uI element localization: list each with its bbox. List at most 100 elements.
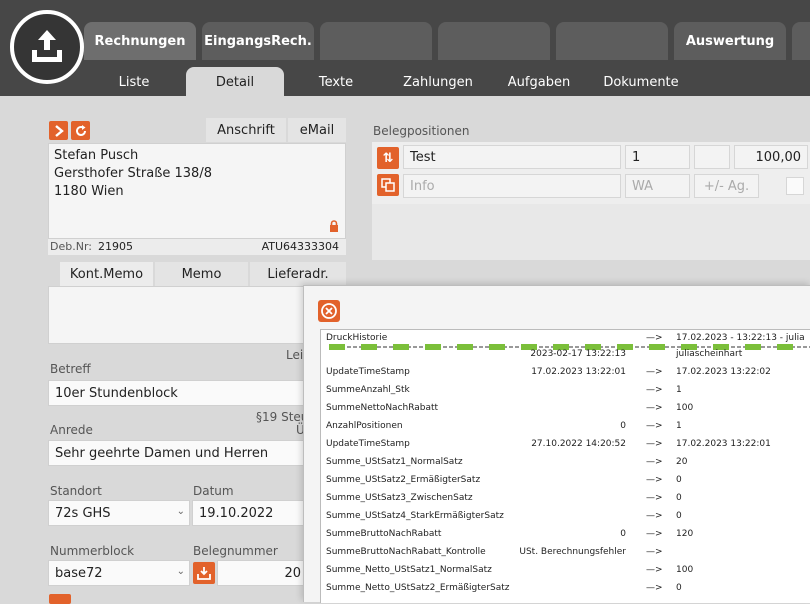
subtab-detail[interactable]: Detail <box>186 67 284 97</box>
history-key: Summe_UStSatz1_NormalSatz <box>326 457 463 467</box>
history-key: UpdateTimeStamp <box>326 367 410 377</box>
position-text-field[interactable]: Test <box>403 145 621 169</box>
history-key: SummeBruttoNachRabatt_Kontrolle <box>326 547 486 557</box>
position-checkbox[interactable] <box>786 177 804 195</box>
history-row: SummeBruttoNachRabatt 0 —> 120 <box>321 526 810 544</box>
history-arrow: —> <box>646 565 663 575</box>
history-new-value: 0 <box>676 493 682 503</box>
chevron-down-icon: ⌄ <box>176 566 185 577</box>
history-arrow: —> <box>646 385 663 395</box>
position-price-field[interactable]: 100,00 <box>734 145 808 169</box>
history-row: Summe_UStSatz3_ZwischenSatz —> 0 <box>321 490 810 508</box>
history-arrow: —> <box>646 439 663 449</box>
next-button[interactable] <box>49 121 68 140</box>
history-new-value: 17.02.2023 - 13:22:13 - julia <box>676 333 805 343</box>
chevron-down-icon: ⌄ <box>176 506 185 517</box>
history-arrow: —> <box>646 511 663 521</box>
close-icon <box>321 303 337 319</box>
anrede-field[interactable]: Sehr geehrte Damen und Herren <box>48 440 306 466</box>
subtab-dokumente[interactable]: Dokumente <box>596 67 686 97</box>
belegnummer-value: 20 <box>284 565 301 581</box>
history-key: Summe_UStSatz3_ZwischenSatz <box>326 493 473 503</box>
nummerblock-select[interactable]: base72 ⌄ <box>48 560 190 586</box>
position-qty-field[interactable]: 1 <box>625 145 690 169</box>
belegnummer-field[interactable]: 20 <box>217 560 306 586</box>
position-adj-placeholder: +/- Ag. <box>703 178 750 194</box>
tab-empty-2[interactable] <box>438 22 550 60</box>
copy-icon <box>381 178 395 192</box>
history-row: Summe_UStSatz4_StarkErmäßigterSatz —> 0 <box>321 508 810 526</box>
sort-button[interactable]: ⇅ <box>377 147 399 169</box>
history-arrow: —> <box>646 583 663 593</box>
history-key: SummeBruttoNachRabatt <box>326 529 442 539</box>
upload-logo-button[interactable] <box>10 10 84 84</box>
refresh-button[interactable] <box>71 121 90 140</box>
history-row: Summe_UStSatz1_NormalSatz —> 20 <box>321 454 810 472</box>
chevron-right-icon <box>54 124 64 137</box>
address-box[interactable]: Stefan Pusch Gersthofer Straße 138/8 118… <box>48 143 346 239</box>
standort-value: 72s GHS <box>55 505 111 521</box>
history-row: 2023-02-17 13:22:13 juliascheinhart <box>321 346 810 364</box>
history-row: UpdateTimeStamp 17.02.2023 13:22:01 —> 17.0… <box>321 364 810 382</box>
belegnummer-generate-button[interactable] <box>193 562 215 584</box>
history-new-value: 17.02.2023 13:22:02 <box>676 367 771 377</box>
history-arrow: —> <box>646 403 663 413</box>
close-button[interactable] <box>318 300 340 322</box>
datum-field[interactable]: 19.10.2022 <box>192 500 306 526</box>
position-price: 100,00 <box>755 149 802 165</box>
tab-eingangsrech[interactable]: EingangsRech. <box>202 22 314 60</box>
history-row: Summe_Netto_UStSatz2_ErmäßigterSatz —> 0 <box>321 580 810 598</box>
tab-empty-1[interactable] <box>320 22 432 60</box>
position-unit-field[interactable] <box>694 145 730 169</box>
tab-kont-memo[interactable]: Kont.Memo <box>60 262 153 286</box>
tab-rechnungen[interactable]: Rechnungen <box>84 22 196 60</box>
belegnummer-label: Belegnummer <box>193 544 278 558</box>
history-arrow: —> <box>646 367 663 377</box>
history-new-value: 20 <box>676 457 688 467</box>
subtab-aufgaben[interactable]: Aufgaben <box>498 67 580 97</box>
history-row: Summe_Netto_UStSatz1_NormalSatz —> 100 <box>321 562 810 580</box>
history-new-value: juliascheinhart <box>676 349 743 359</box>
tab-empty-4[interactable] <box>792 22 810 60</box>
position-info-field[interactable]: Info <box>403 174 621 198</box>
history-old-value: 27.10.2022 14:20:52 <box>531 439 626 449</box>
history-row: AnzahlPositionen 0 —> 1 <box>321 418 810 436</box>
history-old-value: USt. Berechnungsfehler <box>519 547 626 557</box>
tab-email[interactable]: eMail <box>288 118 346 142</box>
debtor-bar: Deb.Nr: 21905 ATU64333304 <box>48 239 346 255</box>
history-key: Summe_UStSatz4_StarkErmäßigterSatz <box>326 511 504 521</box>
uid-number: ATU64333304 <box>261 240 339 253</box>
position-unit-wa-field[interactable]: WA <box>625 174 690 198</box>
betreff-value: 10er Stundenblock <box>55 385 178 401</box>
history-row: Summe_UStSatz2_ErmäßigterSatz —> 0 <box>321 472 810 490</box>
tab-auswertung[interactable]: Auswertung <box>674 22 786 60</box>
partial-orange-button[interactable] <box>49 594 71 604</box>
history-list[interactable]: DruckHistorie —> 17.02.2023 - 13:22:13 - j… <box>320 329 810 603</box>
history-new-value: 1 <box>676 385 682 395</box>
position-text: Test <box>410 149 436 165</box>
tab-empty-3[interactable] <box>556 22 668 60</box>
memo-textarea[interactable] <box>48 286 346 344</box>
lock-icon <box>330 220 338 232</box>
history-arrow: —> <box>646 421 663 431</box>
subtab-zahlungen[interactable]: Zahlungen <box>392 67 484 97</box>
history-row: UpdateTimeStamp 27.10.2022 14:20:52 —> 17.0… <box>321 436 810 454</box>
history-arrow: —> <box>646 457 663 467</box>
address-line-street: Gersthofer Straße 138/8 <box>54 166 212 181</box>
subtab-texte[interactable]: Texte <box>296 67 376 97</box>
position-adj-field[interactable]: +/- Ag. <box>694 174 759 198</box>
refresh-icon <box>75 124 86 136</box>
subtab-liste[interactable]: Liste <box>90 67 178 97</box>
deb-number: 21905 <box>98 240 133 253</box>
history-key: UpdateTimeStamp <box>326 439 410 449</box>
history-row: SummeBruttoNachRabatt_Kontrolle USt. Bere… <box>321 544 810 562</box>
betreff-field[interactable]: 10er Stundenblock <box>48 380 306 406</box>
positions-empty-area <box>372 204 810 260</box>
tab-memo[interactable]: Memo <box>155 262 248 286</box>
standort-select[interactable]: 72s GHS ⌄ <box>48 500 190 526</box>
copy-button[interactable] <box>377 174 399 196</box>
tab-anschrift[interactable]: Anschrift <box>206 118 286 142</box>
tab-lieferadr[interactable]: Lieferadr. <box>250 262 346 286</box>
history-key: SummeNettoNachRabatt <box>326 403 439 413</box>
history-key: SummeAnzahl_Stk <box>326 385 410 395</box>
